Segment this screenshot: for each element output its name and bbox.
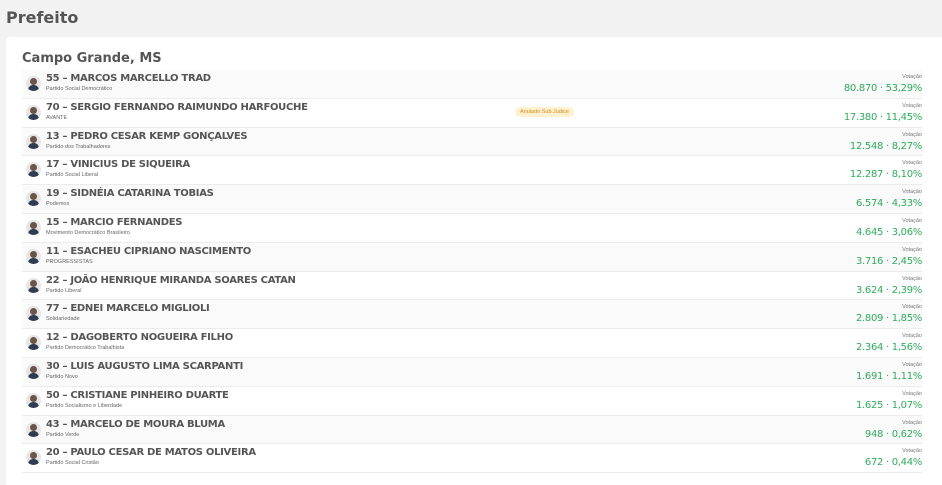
candidate-party: Partido Social Cristão [46, 460, 99, 467]
candidate-avatar [26, 104, 41, 120]
vote-label: Votação [902, 361, 922, 368]
vote-value: 80.870 · 53,29% [843, 83, 922, 94]
candidate-name: 77 – EDNEI MARCELO MIGLIOLI [46, 303, 210, 315]
candidate-avatar [26, 133, 41, 149]
candidate-party: Movimento Democrático Brasileiro [46, 229, 130, 236]
candidate-name: 11 – ESACHEU CIPRIANO NASCIMENTO [46, 245, 251, 257]
candidate-party: PROGRESSISTAS [46, 258, 93, 265]
candidate-avatar [26, 450, 41, 466]
candidate-row[interactable]: 19 – SIDNÉIA CATARINA TOBIAS Podemos Vot… [22, 185, 922, 214]
vote-value: 12.287 · 8,10% [849, 169, 922, 181]
vote-value: 1.625 · 1,07% [855, 399, 922, 411]
candidate-avatar [26, 76, 41, 91]
candidate-row[interactable]: 20 – PAULO CESAR DE MATOS OLIVEIRA Parti… [22, 444, 922, 474]
candidate-party: AVANTE [46, 114, 68, 121]
candidate-avatar [26, 335, 41, 351]
candidate-row[interactable]: 17 – VINICIUS DE SIQUEIRA Partido Social… [22, 156, 922, 186]
status-badge: Anulado Sub Judice [515, 106, 574, 117]
candidate-party: Partido Socialismo e Liberdade [46, 402, 123, 409]
candidate-party: Partido Social Democrático [46, 86, 113, 92]
vote-label: Votação [902, 275, 922, 282]
candidate-name: 50 – CRISTIANE PINHEIRO DUARTE [46, 389, 229, 401]
vote-label: Votação [902, 74, 922, 80]
vote-value: 3.716 · 2,45% [855, 255, 922, 267]
candidate-row[interactable]: 30 – LUIS AUGUSTO LIMA SCARPANTI Partido… [22, 357, 922, 387]
vote-value: 3.624 · 2,39% [855, 284, 922, 296]
candidate-row[interactable]: 43 – MARCELO DE MOURA BLUMA Partido Verd… [22, 415, 922, 445]
candidate-party: Partido dos Trabalhadores [46, 143, 111, 150]
candidate-row[interactable]: 13 – PEDRO CESAR KEMP GONÇALVES Partido … [22, 127, 922, 157]
candidate-name: 13 – PEDRO CESAR KEMP GONÇALVES [46, 130, 248, 142]
candidate-name: 22 – JOÃO HENRIQUE MIRANDA SOARES CATAN [46, 274, 296, 286]
vote-value: 17.380 · 11,45% [843, 111, 922, 123]
vote-value: 6.574 · 4,33% [855, 198, 922, 210]
candidate-row[interactable]: 22 – JOÃO HENRIQUE MIRANDA SOARES CATAN … [22, 271, 922, 301]
candidate-avatar [26, 306, 41, 322]
candidate-party: Partido Social Liberal [46, 172, 98, 179]
vote-label: Votação [902, 448, 922, 455]
candidate-party: Partido Democrático Trabalhista [46, 345, 125, 352]
candidate-party: Partido Novo [46, 373, 78, 380]
candidate-name: 30 – LUIS AUGUSTO LIMA SCARPANTI [46, 360, 244, 372]
vote-value: 12.548 · 8,27% [849, 140, 922, 152]
candidate-name: 19 – SIDNÉIA CATARINA TOBIAS [46, 188, 214, 200]
vote-label: Votação [902, 102, 922, 109]
candidate-row[interactable]: 55 – MARCOS MARCELLO TRAD Partido Social… [22, 70, 922, 99]
candidate-name: 43 – MARCELO DE MOURA BLUMA [46, 418, 225, 430]
candidate-name: 12 – DAGOBERTO NOGUEIRA FILHO [46, 332, 233, 344]
candidate-party: Partido Liberal [46, 287, 82, 294]
candidate-party: Podemos [46, 201, 70, 208]
candidate-avatar [26, 248, 41, 264]
candidate-name: 70 – SERGIO FERNANDO RAIMUNDO HARFOUCHE [46, 101, 308, 113]
vote-value: 4.645 · 3,06% [855, 226, 922, 238]
vote-label: Votação [902, 390, 922, 397]
vote-label: Votação [902, 160, 922, 167]
vote-label: Votação [902, 131, 922, 138]
vote-label: Votação [902, 246, 922, 253]
city-title: Campo Grande, MS [22, 51, 162, 66]
candidate-avatar [26, 162, 41, 178]
candidate-list: 55 – MARCOS MARCELLO TRAD Partido Social… [22, 70, 922, 474]
vote-label: Votação [902, 304, 922, 311]
candidate-row[interactable]: 12 – DAGOBERTO NOGUEIRA FILHO Partido De… [22, 329, 922, 358]
vote-label: Votação [902, 333, 922, 340]
candidate-row[interactable]: 77 – EDNEI MARCELO MIGLIOLI Solidariedad… [22, 300, 922, 330]
vote-label: Votação [902, 189, 922, 196]
candidate-party: Partido Verde [46, 431, 80, 438]
vote-value: 672 · 0,44% [864, 457, 922, 469]
candidate-name: 55 – MARCOS MARCELLO TRAD [46, 73, 211, 84]
vote-value: 2.364 · 1,56% [855, 342, 922, 354]
candidate-name: 20 – PAULO CESAR DE MATOS OLIVEIRA [46, 447, 256, 459]
candidate-avatar [26, 191, 41, 207]
vote-value: 1.691 · 1,11% [855, 370, 922, 382]
vote-label: Votação [902, 419, 922, 426]
vote-label: Votação [902, 217, 922, 224]
candidate-row[interactable]: 15 – MARCIO FERNANDES Movimento Democrát… [22, 213, 922, 243]
candidate-avatar [26, 277, 41, 293]
page-title: Prefeito [6, 8, 79, 27]
candidate-avatar [26, 421, 41, 437]
candidate-row[interactable]: 50 – CRISTIANE PINHEIRO DUARTE Partido S… [22, 386, 922, 416]
candidate-name: 17 – VINICIUS DE SIQUEIRA [46, 159, 190, 171]
candidate-row[interactable]: 11 – ESACHEU CIPRIANO NASCIMENTO PROGRES… [22, 242, 922, 272]
candidate-name: 15 – MARCIO FERNANDES [46, 216, 183, 228]
candidate-avatar [26, 392, 41, 408]
candidate-avatar [26, 363, 41, 379]
candidate-party: Solidariedade [46, 316, 80, 323]
vote-value: 2.809 · 1,85% [855, 313, 922, 325]
results-card: Campo Grande, MS 55 – MARCOS MARCELLO TR… [6, 37, 942, 485]
candidate-avatar [26, 219, 41, 235]
vote-value: 948 · 0,62% [864, 428, 922, 440]
candidate-row[interactable]: 70 – SERGIO FERNANDO RAIMUNDO HARFOUCHE … [22, 98, 922, 128]
